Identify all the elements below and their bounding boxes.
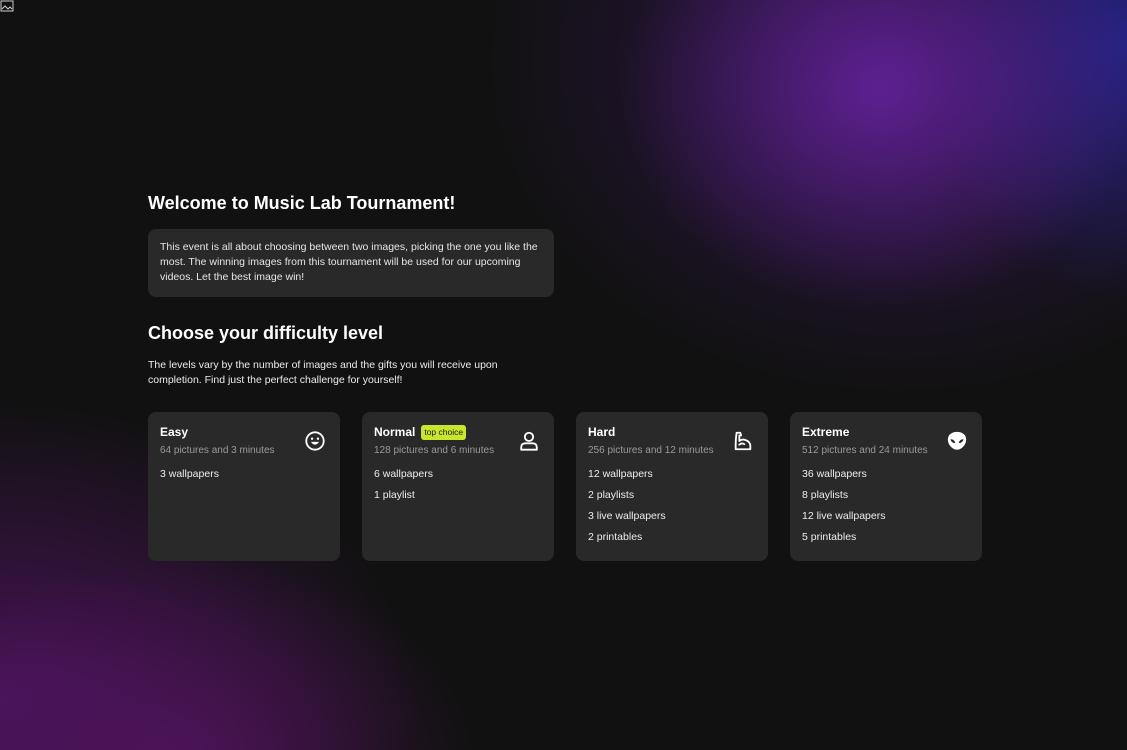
level-title: Hard — [588, 425, 616, 439]
smiley-icon — [305, 431, 325, 451]
level-subtitle: 512 pictures and 24 minutes — [802, 445, 928, 456]
difficulty-description: The levels vary by the number of images … — [148, 359, 498, 386]
reward-item: 12 live wallpapers — [802, 510, 886, 522]
reward-item: 8 playlists — [802, 489, 849, 501]
level-card-normal[interactable]: Normal top choice 128 pictures and 6 min… — [362, 412, 554, 561]
person-icon — [520, 431, 538, 451]
alien-icon — [947, 431, 967, 450]
difficulty-cards: Easy 64 pictures and 3 minutes 3 wallpap… — [148, 412, 988, 561]
reward-item: 5 printables — [802, 531, 857, 543]
reward-item: 2 playlists — [588, 489, 635, 501]
reward-item: 12 wallpapers — [588, 468, 653, 480]
reward-list: 3 wallpapers — [160, 468, 328, 481]
level-title: Easy — [160, 425, 189, 439]
reward-item: 2 printables — [588, 531, 643, 543]
page-title: Welcome to Music Lab Tournament! — [148, 193, 456, 213]
level-subtitle: 128 pictures and 6 minutes — [374, 445, 495, 456]
level-subtitle: 256 pictures and 12 minutes — [588, 445, 714, 456]
reward-list: 12 wallpapers 2 playlists 3 live wallpap… — [588, 468, 756, 544]
reward-list: 6 wallpapers 1 playlist — [374, 468, 542, 502]
reward-item: 3 wallpapers — [160, 468, 219, 480]
level-card-extreme[interactable]: Extreme 512 pictures and 24 minutes 36 w… — [790, 412, 982, 561]
broken-image-icon — [0, 0, 14, 12]
flexed-arm-icon — [734, 431, 752, 451]
reward-item: 6 wallpapers — [374, 468, 433, 480]
reward-item: 1 playlist — [374, 489, 415, 501]
top-choice-badge: top choice — [421, 424, 467, 440]
level-card-easy[interactable]: Easy 64 pictures and 3 minutes 3 wallpap… — [148, 412, 340, 561]
level-card-hard[interactable]: Hard 256 pictures and 12 minutes 12 wall… — [576, 412, 768, 561]
reward-list: 36 wallpapers 8 playlists 12 live wallpa… — [802, 468, 970, 544]
level-title: Normal — [374, 425, 416, 439]
level-subtitle: 64 pictures and 3 minutes — [160, 445, 275, 456]
reward-item: 36 wallpapers — [802, 468, 867, 480]
reward-item: 3 live wallpapers — [588, 510, 666, 522]
difficulty-heading: Choose your difficulty level — [148, 323, 384, 343]
level-title: Extreme — [802, 425, 850, 439]
intro-box: This event is all about choosing between… — [148, 229, 554, 297]
